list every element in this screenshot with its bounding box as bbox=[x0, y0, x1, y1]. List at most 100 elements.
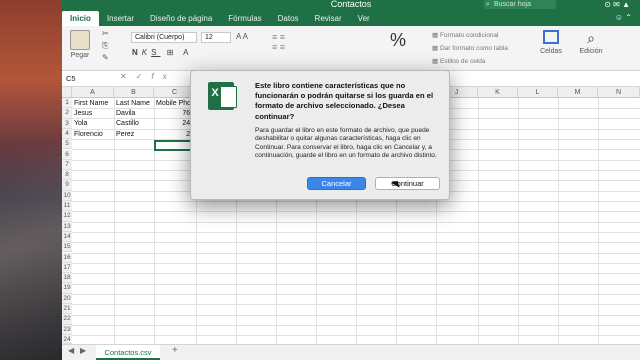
share-icon[interactable]: ☺ ⌃ bbox=[615, 13, 632, 22]
cut-copy-icons[interactable]: ✂ ⎘ ✎ bbox=[102, 28, 109, 64]
grid-line bbox=[518, 98, 519, 344]
tab-diseno[interactable]: Diseño de página bbox=[142, 11, 220, 26]
dialog-title: Este libro contiene características que … bbox=[255, 81, 434, 121]
row-header[interactable]: 9 bbox=[62, 180, 72, 191]
sheet-tab-contactos[interactable]: Contactos.csv bbox=[96, 345, 160, 360]
tab-formulas[interactable]: Fórmulas bbox=[220, 11, 269, 26]
title-icons: ⊙ ✉ ▲ bbox=[604, 0, 630, 9]
grid-line bbox=[72, 315, 640, 316]
ribbon: Pegar ✂ ⎘ ✎ Calibri (Cuerpo) 12 A A NKS ⊞ … bbox=[62, 26, 640, 71]
cancel-button[interactable]: Cancelar bbox=[307, 177, 366, 190]
cell-b4[interactable]: Perez bbox=[116, 130, 154, 140]
grid-line bbox=[72, 222, 640, 223]
row-header[interactable]: 17 bbox=[62, 262, 72, 274]
grid-line bbox=[72, 232, 640, 233]
excel-app-icon: X bbox=[208, 82, 237, 110]
row-header[interactable]: 13 bbox=[62, 221, 72, 232]
row-header[interactable]: 16 bbox=[62, 252, 72, 263]
cells-icon bbox=[543, 30, 559, 44]
row-header[interactable]: 12 bbox=[62, 211, 72, 222]
grid-line bbox=[72, 242, 640, 243]
continue-button[interactable]: Continuar bbox=[375, 177, 440, 190]
row-header[interactable]: 20 bbox=[62, 293, 72, 304]
paste-button[interactable]: Pegar bbox=[68, 30, 92, 59]
col-header-l[interactable]: L bbox=[518, 87, 558, 98]
name-box[interactable]: C5 bbox=[64, 73, 110, 85]
sheet-bar: ◀ ▶ Contactos.csv + bbox=[62, 344, 640, 360]
col-header-b[interactable]: B bbox=[114, 87, 154, 98]
tab-insertar[interactable]: Insertar bbox=[99, 11, 142, 26]
col-header-n[interactable]: N bbox=[598, 87, 640, 98]
clipboard-icon bbox=[70, 30, 90, 50]
cell-a2[interactable]: Jesus bbox=[74, 109, 114, 119]
row-header[interactable]: 2 bbox=[62, 108, 72, 119]
format-table-button[interactable]: ▦ Dar formato como tabla bbox=[432, 42, 508, 55]
cell-b1[interactable]: Last Name bbox=[116, 99, 154, 109]
font-select[interactable]: Calibri (Cuerpo) bbox=[131, 32, 197, 43]
desktop-background bbox=[0, 0, 62, 360]
prev-sheet-icon[interactable]: ◀ bbox=[68, 346, 74, 355]
font-size-select[interactable]: 12 bbox=[201, 32, 231, 43]
row-header[interactable]: 5 bbox=[62, 139, 72, 150]
row-header[interactable]: 19 bbox=[62, 283, 72, 294]
grid-line bbox=[598, 98, 599, 344]
select-all-corner[interactable] bbox=[62, 87, 72, 98]
row-header[interactable]: 23 bbox=[62, 324, 72, 335]
add-sheet-icon[interactable]: + bbox=[172, 345, 178, 356]
row-header[interactable]: 21 bbox=[62, 304, 72, 315]
cells-button[interactable]: Celdas bbox=[538, 30, 564, 55]
grid-line bbox=[72, 273, 640, 274]
percent-icon[interactable]: % bbox=[390, 30, 406, 51]
tab-revisar[interactable]: Revisar bbox=[307, 11, 350, 26]
format-buttons[interactable]: NKS ⊞ A bbox=[132, 48, 193, 57]
conditional-format-button[interactable]: ▦ Formato condicional bbox=[432, 29, 508, 42]
row-header[interactable]: 15 bbox=[62, 242, 72, 253]
formula-icons[interactable]: ✕✓fx bbox=[120, 72, 176, 81]
row-header[interactable]: 18 bbox=[62, 273, 72, 284]
cell-a3[interactable]: Yola bbox=[74, 119, 114, 129]
styles-group: ▦ Formato condicional ▦ Dar formato como… bbox=[432, 29, 508, 68]
paste-label: Pegar bbox=[70, 52, 90, 59]
edit-button[interactable]: ⌕ Edición bbox=[576, 30, 606, 55]
font-size-grow-icon[interactable]: A A bbox=[236, 32, 248, 41]
format-table-label: Dar formato como tabla bbox=[439, 45, 508, 52]
row-header[interactable]: 1 bbox=[62, 98, 72, 109]
dialog-message: Para guardar el libro en este formato de… bbox=[255, 127, 437, 160]
cells-label: Celdas bbox=[540, 48, 562, 55]
row-header[interactable]: 7 bbox=[62, 159, 72, 171]
tab-datos[interactable]: Datos bbox=[270, 11, 307, 26]
grid-line bbox=[72, 211, 640, 212]
row-header[interactable]: 6 bbox=[62, 149, 72, 160]
col-header-k[interactable]: K bbox=[478, 87, 518, 98]
row-header[interactable]: 10 bbox=[62, 190, 72, 201]
grid-line bbox=[72, 325, 640, 326]
col-header-a[interactable]: A bbox=[72, 87, 114, 98]
align-icons[interactable]: ≡ ≡ ≡ ≡ bbox=[272, 32, 285, 52]
grid-line bbox=[72, 284, 640, 285]
tab-ver[interactable]: Ver bbox=[350, 11, 378, 26]
grid-line bbox=[72, 304, 640, 305]
grid-line bbox=[154, 98, 155, 344]
grid-line bbox=[72, 335, 640, 336]
cell-b3[interactable]: Castillo bbox=[116, 119, 154, 129]
row-header[interactable]: 4 bbox=[62, 128, 72, 140]
grid-line bbox=[114, 98, 115, 344]
row-header[interactable]: 8 bbox=[62, 170, 72, 181]
next-sheet-icon[interactable]: ▶ bbox=[80, 346, 86, 355]
row-header[interactable]: 22 bbox=[62, 314, 72, 325]
row-header[interactable]: 14 bbox=[62, 231, 72, 243]
cell-styles-button[interactable]: ▦ Estilos de celda bbox=[432, 55, 508, 68]
cell-b2[interactable]: Davila bbox=[116, 109, 154, 119]
ribbon-tabs: Inicio Insertar Diseño de página Fórmula… bbox=[62, 11, 378, 26]
search-sheet-input[interactable]: ⌕ Buscar hoja bbox=[484, 0, 556, 9]
tab-inicio[interactable]: Inicio bbox=[62, 11, 99, 26]
compatibility-dialog: X Este libro contiene características qu… bbox=[190, 70, 450, 200]
cell-a4[interactable]: Florencio bbox=[74, 130, 114, 140]
grid-line bbox=[478, 98, 479, 344]
cell-a1[interactable]: First Name bbox=[74, 99, 114, 109]
row-header[interactable]: 11 bbox=[62, 201, 72, 212]
fx-label: fx bbox=[151, 72, 176, 81]
row-header[interactable]: 24 bbox=[62, 334, 72, 344]
col-header-m[interactable]: M bbox=[558, 87, 598, 98]
row-header[interactable]: 3 bbox=[62, 118, 72, 129]
